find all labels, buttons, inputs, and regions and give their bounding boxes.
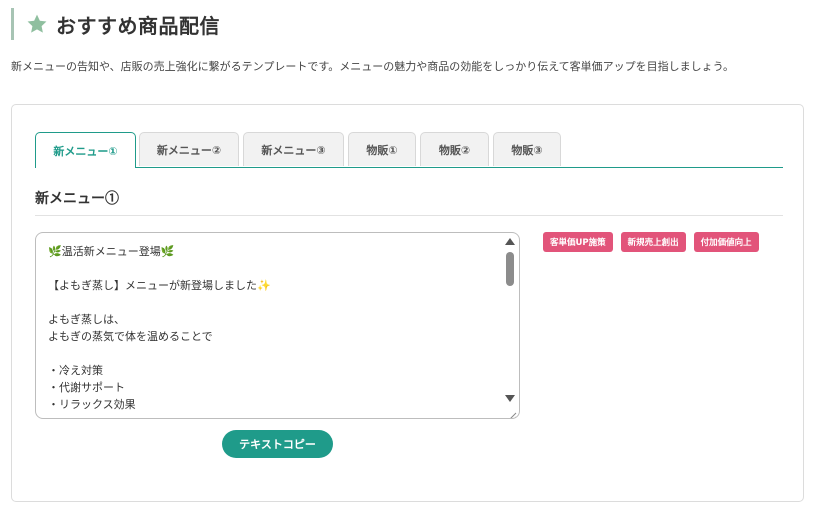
template-panel: 新メニュー① 新メニュー② 新メニュー③ 物販① 物販② 物販③ 新メニュー① …: [11, 104, 804, 502]
tag-badges: 客単価UP施策 新規売上創出 付加価値向上: [543, 232, 759, 252]
copy-text-button[interactable]: テキストコピー: [222, 430, 333, 458]
badge-upsell: 客単価UP施策: [543, 232, 613, 252]
resize-handle-icon[interactable]: [507, 406, 517, 418]
badge-new-revenue: 新規売上創出: [620, 232, 686, 252]
tab-merch-2[interactable]: 物販②: [420, 132, 489, 166]
star-icon: [26, 13, 48, 35]
tab-new-menu-1[interactable]: 新メニュー①: [35, 132, 136, 168]
tab-merch-3[interactable]: 物販③: [493, 132, 561, 166]
scroll-down-icon[interactable]: [505, 395, 515, 402]
tab-new-menu-3[interactable]: 新メニュー③: [243, 132, 344, 166]
scroll-up-icon[interactable]: [505, 238, 515, 245]
page-title: おすすめ商品配信: [56, 13, 220, 38]
page-description: 新メニューの告知や、店販の売上強化に繋がるテンプレートです。メニューの魅力や商品…: [11, 60, 735, 73]
tab-new-menu-2[interactable]: 新メニュー②: [139, 132, 239, 166]
page-header: おすすめ商品配信: [11, 8, 220, 40]
tab-merch-1[interactable]: 物販①: [348, 132, 416, 166]
vertical-scrollbar[interactable]: [503, 235, 517, 404]
scroll-thumb[interactable]: [506, 252, 514, 286]
template-textarea[interactable]: 🌿温活新メニュー登場🌿 【よもぎ蒸し】メニューが新登場しました✨ よもぎ蒸しは、…: [35, 232, 520, 419]
badge-added-value: 付加価値向上: [693, 232, 759, 252]
tab-bar: 新メニュー① 新メニュー② 新メニュー③ 物販① 物販② 物販③: [35, 132, 783, 168]
template-text[interactable]: 🌿温活新メニュー登場🌿 【よもぎ蒸し】メニューが新登場しました✨ よもぎ蒸しは、…: [48, 243, 499, 413]
section-title: 新メニュー①: [35, 191, 119, 207]
section-divider: [35, 215, 783, 216]
